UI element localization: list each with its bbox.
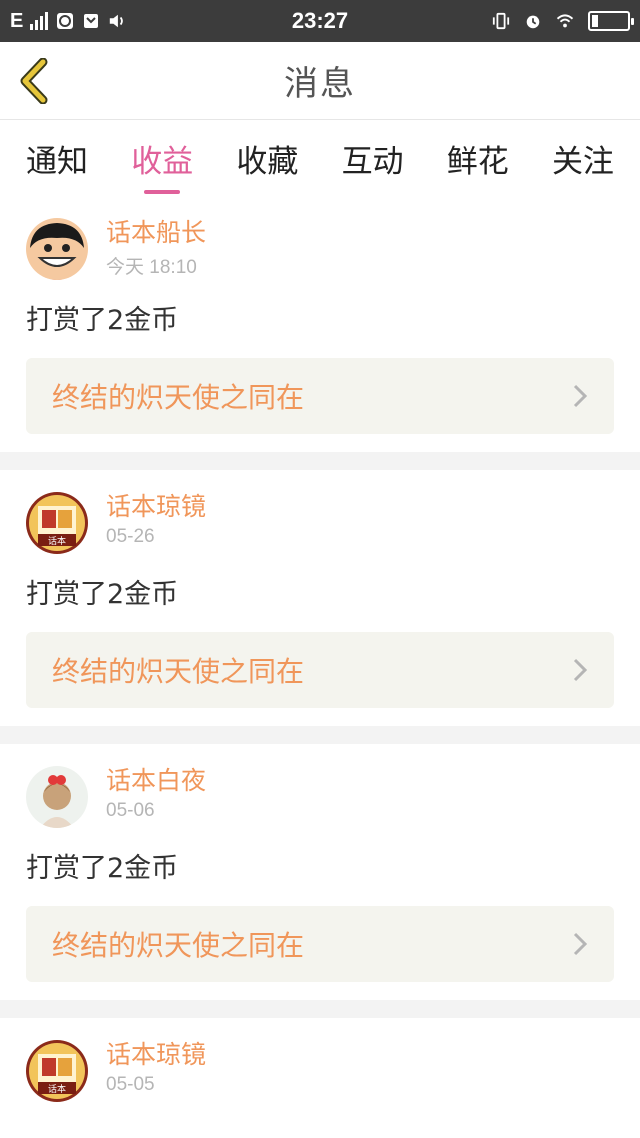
avatar[interactable] [26,218,88,280]
chevron-right-icon [573,384,588,408]
work-link[interactable]: 终结的炽天使之同在 [26,906,614,982]
message-list: 话本船长 今天 18:10 打赏了2金币 终结的炽天使之同在 话本 话本琼镜 0… [0,196,640,1120]
signal-icon [30,12,49,30]
page-title: 消息 [284,64,356,104]
divider [0,1000,640,1018]
tab-interactions[interactable]: 互动 [342,120,404,196]
divider [0,726,640,744]
avatar[interactable]: 话本 [26,492,88,554]
browser-icon [56,12,74,30]
divider [0,452,640,470]
notification-icon [82,12,100,30]
tab-bar: 通知 收益 收藏 互动 鲜花 关注 [0,120,640,196]
work-link[interactable]: 终结的炽天使之同在 [26,358,614,434]
action-text: 打赏了2金币 [26,579,179,610]
list-item: 话本白夜 05-06 打赏了2金币 终结的炽天使之同在 [0,744,640,1000]
action-text: 打赏了2金币 [26,853,179,884]
speaker-icon [108,12,126,30]
work-title: 终结的炽天使之同在 [52,655,305,688]
wifi-icon [556,12,574,30]
username[interactable]: 话本白夜 [106,766,206,796]
work-link[interactable]: 终结的炽天使之同在 [26,632,614,708]
alarm-icon [524,12,542,30]
action-text: 打赏了2金币 [26,305,179,336]
timestamp: 今天 18:10 [106,257,197,278]
work-title: 终结的炽天使之同在 [52,929,305,962]
tab-follows[interactable]: 关注 [552,120,614,196]
list-item: 话本 话本琼镜 05-26 打赏了2金币 终结的炽天使之同在 [0,470,640,726]
app-header: 消息 [0,42,640,120]
username[interactable]: 话本船长 [106,218,206,248]
timestamp: 05-06 [106,800,155,821]
svg-text:话本: 话本 [48,535,66,547]
chevron-right-icon [573,658,588,682]
chevron-left-icon [20,58,48,104]
tab-favorites[interactable]: 收藏 [236,120,298,196]
timestamp: 05-05 [106,1074,155,1095]
list-item: 话本船长 今天 18:10 打赏了2金币 终结的炽天使之同在 [0,196,640,452]
username[interactable]: 话本琼镜 [106,492,206,522]
username[interactable]: 话本琼镜 [106,1040,206,1070]
work-title: 终结的炽天使之同在 [52,381,305,414]
list-item: 话本 话本琼镜 05-05 [0,1018,640,1120]
timestamp: 05-26 [106,526,155,547]
tab-flowers[interactable]: 鲜花 [447,120,509,196]
svg-text:话本: 话本 [48,1083,66,1095]
tab-notifications[interactable]: 通知 [26,120,88,196]
tab-earnings[interactable]: 收益 [131,120,193,196]
vibrate-icon [492,12,510,30]
avatar[interactable]: 话本 [26,1040,88,1102]
avatar[interactable] [26,766,88,828]
back-button[interactable] [14,56,54,106]
carrier-label: E [10,9,23,32]
battery-icon [588,11,634,31]
status-bar: E 23:27 [0,0,640,42]
chevron-right-icon [573,932,588,956]
